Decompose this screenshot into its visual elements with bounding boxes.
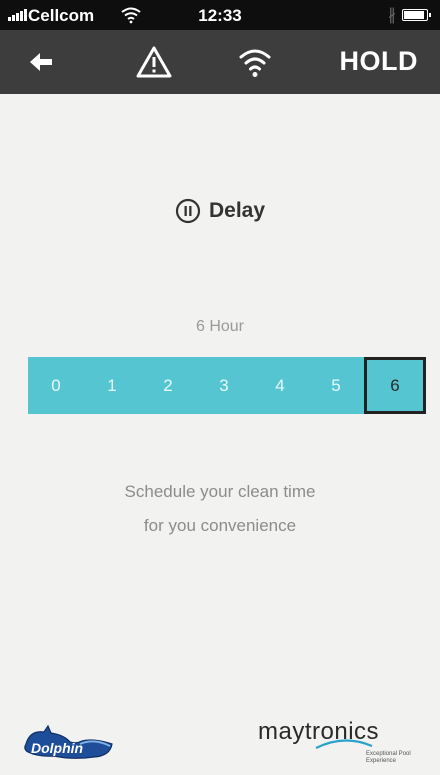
maytronics-wave-icon [315, 739, 373, 749]
hour-option-6[interactable]: 6 [364, 357, 426, 414]
selected-hour-label: 6 Hour [195, 318, 245, 335]
dolphin-logo: Dolphin [24, 724, 113, 759]
hour-option-0[interactable]: 0 [28, 357, 84, 414]
delay-title: Delay [208, 199, 266, 222]
svg-text:Dolphin: Dolphin [31, 740, 83, 756]
maytronics-tagline: Exceptional Pool Experience [366, 751, 411, 764]
description-line-2: for you convenience [143, 516, 297, 535]
maytronics-logo: maytronics Exceptional Pool Experience [258, 718, 424, 770]
description-line-1: Schedule your clean time [124, 482, 316, 501]
back-arrow-icon[interactable] [26, 48, 56, 76]
status-bar: Cellcom 12:33 ∦ [0, 0, 440, 30]
hour-option-4[interactable]: 4 [252, 357, 308, 414]
hold-button[interactable]: HOLD [300, 46, 418, 77]
warning-icon[interactable] [135, 45, 173, 79]
hour-option-3[interactable]: 3 [196, 357, 252, 414]
hour-option-2[interactable]: 2 [140, 357, 196, 414]
clock: 12:33 [198, 6, 242, 25]
schedule-description: Schedule your clean time for you conveni… [0, 475, 440, 543]
wifi-icon[interactable] [237, 44, 273, 80]
nav-bar: HOLD [0, 30, 440, 94]
hour-option-1[interactable]: 1 [84, 357, 140, 414]
bluetooth-icon: ∦ [388, 7, 396, 24]
hour-option-5[interactable]: 5 [308, 357, 364, 414]
hour-selector[interactable]: 0 1 2 3 4 5 6 [28, 357, 426, 414]
pause-circle-icon [175, 198, 201, 224]
battery-icon [402, 9, 431, 21]
delay-header: Delay [0, 198, 440, 224]
